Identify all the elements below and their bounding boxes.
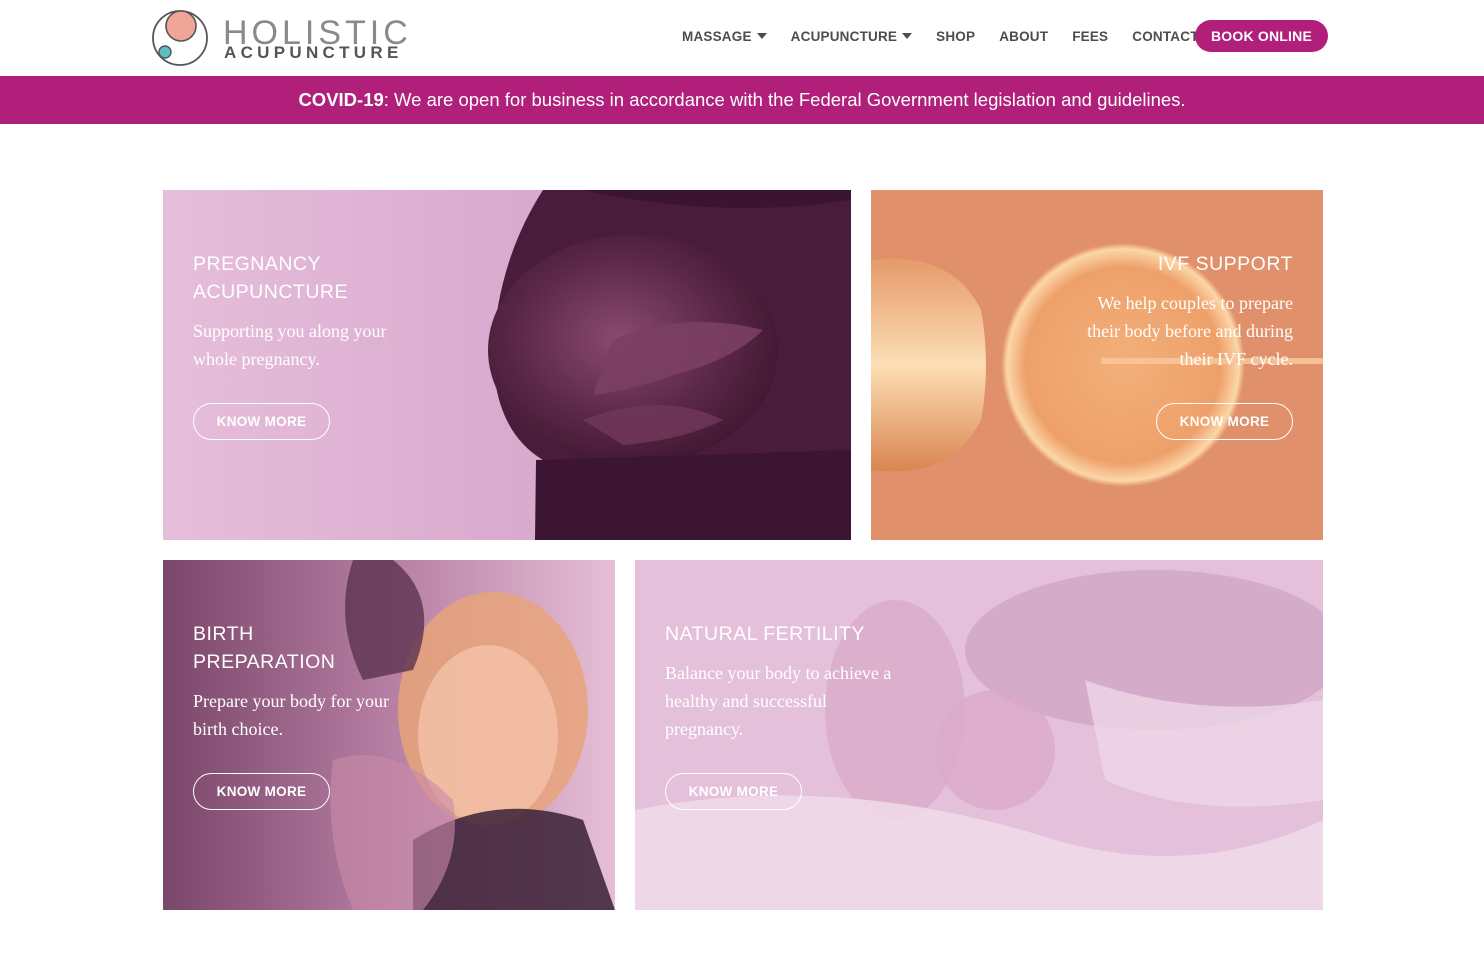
logo-text-acupuncture: ACUPUNCTURE: [224, 43, 403, 62]
card-birth-preparation[interactable]: BIRTH PREPARATION Prepare your body for …: [163, 560, 615, 910]
nav-label: SHOP: [936, 28, 976, 44]
logo[interactable]: HOLISTIC ACUPUNCTURE: [151, 8, 408, 68]
caret-down-icon: [902, 33, 913, 39]
card-title-line: PREPARATION: [193, 651, 336, 673]
card-description: Prepare your body for your birth choice.: [193, 687, 389, 743]
banner-text: : We are open for business in accordance…: [383, 89, 1186, 110]
card-text-line: their body before and during: [1087, 321, 1293, 341]
card-title: IVF SUPPORT: [1158, 250, 1293, 278]
nav-label: FEES: [1072, 28, 1109, 44]
card-ivf-support[interactable]: IVF SUPPORT We help couples to prepare t…: [871, 190, 1323, 540]
nav-label: ABOUT: [999, 28, 1049, 44]
nav-item-contact[interactable]: CONTACT: [1132, 29, 1198, 44]
card-description: We help couples to prepare their body be…: [1087, 289, 1293, 373]
main-nav: MASSAGE ACUPUNCTURE SHOP ABOUT FEES CONT…: [670, 20, 1211, 52]
card-title-line: PREGNANCY: [193, 253, 322, 275]
nav-item-massage[interactable]: MASSAGE: [682, 29, 767, 44]
nav-item-shop[interactable]: SHOP: [936, 29, 975, 44]
card-text-line: healthy and successful: [665, 691, 827, 711]
card-title-line: BIRTH: [193, 623, 254, 645]
nav-label: MASSAGE: [682, 28, 752, 44]
nav-label: CONTACT: [1132, 28, 1199, 44]
nav-item-fees[interactable]: FEES: [1072, 29, 1108, 44]
covid-banner: COVID-19: We are open for business in ac…: [0, 76, 1484, 124]
card-text-line: whole pregnancy.: [193, 349, 320, 369]
card-text-line: Balance your body to achieve a: [665, 663, 892, 683]
card-text-line: We help couples to prepare: [1097, 293, 1293, 313]
banner-label: COVID-19: [298, 89, 384, 110]
know-more-button[interactable]: KNOW MORE: [193, 403, 330, 440]
know-more-button[interactable]: KNOW MORE: [1156, 403, 1293, 440]
card-description: Supporting you along your whole pregnanc…: [193, 317, 387, 373]
book-online-button[interactable]: BOOK ONLINE: [1195, 20, 1328, 52]
card-description: Balance your body to achieve a healthy a…: [665, 659, 891, 743]
logo-circles-icon: [152, 10, 208, 66]
site-header: HOLISTIC ACUPUNCTURE MASSAGE ACUPUNCTURE…: [0, 0, 1484, 76]
card-title-line: IVF SUPPORT: [1157, 253, 1293, 275]
nav-label: ACUPUNCTURE: [790, 28, 898, 44]
nav-item-about[interactable]: ABOUT: [999, 29, 1048, 44]
caret-down-icon: [756, 33, 767, 39]
card-text-line: their IVF cycle.: [1179, 349, 1293, 369]
card-pregnancy-acupuncture[interactable]: PREGNANCY ACUPUNCTURE Supporting you alo…: [163, 190, 851, 540]
card-title-line: NATURAL FERTILITY: [665, 623, 865, 645]
card-text-line: Supporting you along your: [193, 321, 387, 341]
nav-item-acupuncture[interactable]: ACUPUNCTURE: [790, 28, 913, 44]
know-more-button[interactable]: KNOW MORE: [193, 773, 330, 810]
card-text-line: Prepare your body for your: [193, 691, 389, 711]
card-natural-fertility[interactable]: NATURAL FERTILITY Balance your body to a…: [635, 560, 1323, 910]
card-text-line: pregnancy.: [665, 719, 744, 739]
card-title-line: ACUPUNCTURE: [193, 281, 349, 303]
card-title: BIRTH PREPARATION: [193, 620, 335, 676]
card-title: NATURAL FERTILITY: [665, 620, 865, 648]
know-more-button[interactable]: KNOW MORE: [665, 773, 802, 810]
card-text-line: birth choice.: [193, 719, 283, 739]
card-title: PREGNANCY ACUPUNCTURE: [193, 250, 348, 306]
